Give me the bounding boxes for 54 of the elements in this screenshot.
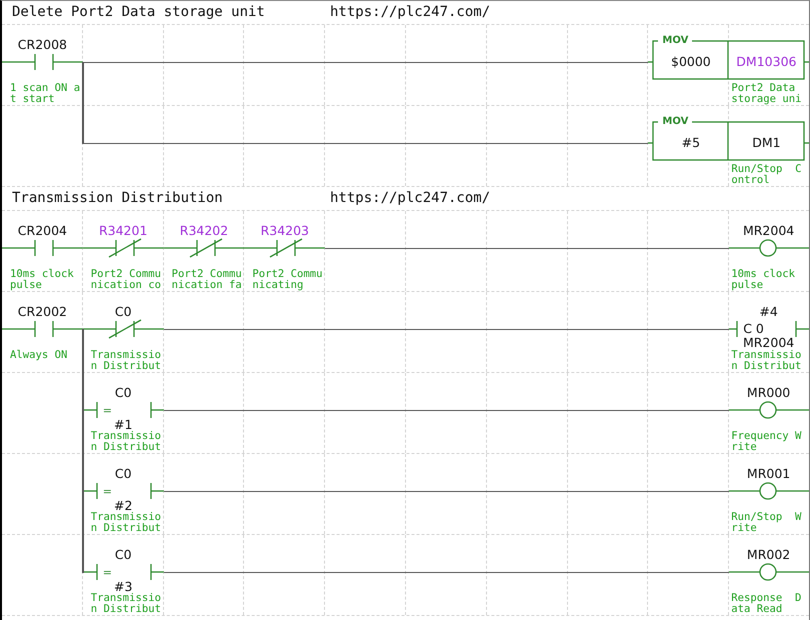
device-label: C0: [114, 385, 132, 400]
device-label: CR2008: [18, 37, 68, 52]
device-label: R34201: [98, 223, 148, 238]
device-comment: Transmission Distribut: [90, 593, 161, 615]
operand-text: #1: [114, 417, 132, 432]
device-label: CR2004: [18, 223, 68, 238]
preset-text: #4: [759, 304, 778, 319]
device-comment: Response Data Read: [731, 593, 802, 615]
device-comment: 10ms clock pulse: [10, 269, 75, 291]
source-operand: $0000: [671, 54, 711, 69]
device-comment: Transmission Distribut: [90, 350, 161, 372]
device-label: MR001: [746, 466, 790, 481]
destination-operand: DM10306: [736, 54, 796, 69]
device-comment: Always ON: [10, 350, 68, 361]
normally-closed-contact-icon: [82, 236, 164, 260]
instruction-label: MOV: [658, 116, 692, 127]
normally-closed-contact-icon: [244, 236, 326, 260]
device-comment: Port2 Data storage uni: [731, 83, 802, 105]
device-comment: 1 scan ON at start: [10, 83, 80, 105]
url-text: https://plc247.com/: [330, 189, 490, 208]
device-comment: Port2 Communicating: [252, 269, 323, 291]
device-label: R34203: [260, 223, 310, 238]
rung-title: Transmission Distribution: [11, 189, 224, 208]
operator-text: =: [102, 486, 112, 498]
operand-text: #2: [114, 498, 132, 513]
device-label: CR2002: [18, 304, 68, 319]
rung-title: Delete Port2 Data storage unit: [11, 3, 266, 22]
destination-operand: DM1: [752, 135, 781, 150]
device-comment: Port2 Communication co: [90, 269, 161, 291]
device-label: C0: [114, 547, 132, 562]
device-comment: Port2 Communication fa: [172, 269, 242, 291]
operator-text: =: [102, 567, 112, 579]
device-label: C0: [114, 466, 132, 481]
operand-text: #3: [114, 579, 132, 594]
device-label: MR2004: [742, 223, 794, 238]
device-comment: 10ms clock pulse: [731, 269, 796, 291]
counter-label: C 0: [743, 321, 764, 336]
source-operand: #5: [682, 135, 700, 150]
device-comment: Transmission Distribut: [90, 431, 161, 453]
device-comment: Run/Stop Write: [731, 512, 802, 534]
device-comment: Frequency Write: [731, 431, 802, 453]
normally-closed-contact-icon: [164, 236, 244, 260]
operator-text: =: [102, 405, 112, 417]
device-label: MR002: [746, 547, 790, 562]
device-comment: Run/Stop Control: [731, 164, 802, 186]
device-comment: Transmission Distribut: [90, 512, 161, 534]
device-label: MR2004: [742, 335, 794, 350]
device-label: R34202: [180, 223, 228, 238]
device-comment: Transmission Distribut: [731, 350, 802, 372]
device-label: C0: [114, 304, 132, 319]
instruction-label: MOV: [658, 35, 692, 46]
normally-closed-contact-icon: [82, 317, 164, 341]
url-text: https://plc247.com/: [330, 3, 490, 22]
device-label: MR000: [746, 385, 790, 400]
